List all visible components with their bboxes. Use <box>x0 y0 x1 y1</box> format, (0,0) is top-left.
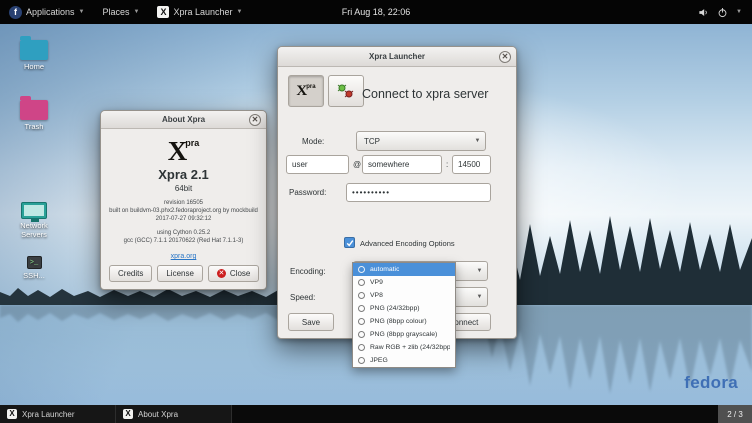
session-browser-button[interactable] <box>328 75 364 107</box>
desktop-icon-label: Trash <box>8 123 60 132</box>
launcher-window-title: Xpra Launcher <box>369 52 425 61</box>
encoding-option-raw-rgb[interactable]: Raw RGB + zlib (24/32bpp) <box>353 341 455 354</box>
radio-icon <box>358 318 365 325</box>
about-body: Xpra Xpra 2.1 64bit revision 16505 built… <box>101 136 266 263</box>
close-icon[interactable]: ✕ <box>249 114 261 126</box>
desktop: Home Trash Network Servers >_ SSH... fed… <box>0 24 752 405</box>
about-window-title: About Xpra <box>162 115 205 124</box>
radio-icon <box>358 266 365 273</box>
credits-button[interactable]: Credits <box>109 265 152 282</box>
check-icon <box>346 239 354 247</box>
username-input[interactable] <box>286 155 349 174</box>
places-menu[interactable]: Places ▼ <box>93 0 148 24</box>
window-list-bar: X Xpra Launcher X About Xpra 2 / 3 <box>0 405 752 423</box>
desktop-icon-label: Home <box>8 63 60 72</box>
advanced-options-label: Advanced Encoding Options <box>360 239 455 248</box>
active-app-menu[interactable]: X Xpra Launcher ▼ <box>148 0 251 24</box>
trash-icon <box>20 100 48 120</box>
xpra-app-icon: X <box>7 409 17 419</box>
advanced-options-checkbox[interactable] <box>344 237 355 248</box>
xpra-mode-button[interactable]: Xpra <box>288 75 324 107</box>
desktop-icon-ssh[interactable]: >_ SSH... <box>8 256 60 281</box>
applications-menu[interactable]: f Applications ▼ <box>0 0 93 24</box>
password-input[interactable] <box>346 183 491 202</box>
mode-combo[interactable]: TCP ▼ <box>356 131 486 151</box>
about-titlebar[interactable]: About Xpra ✕ <box>101 111 266 129</box>
status-tray: ▼ <box>688 0 752 24</box>
places-menu-label: Places <box>102 7 129 17</box>
encoding-label: Encoding: <box>290 267 326 276</box>
desktop-icon-label: Network Servers <box>8 222 60 239</box>
workspace-indicator[interactable]: 2 / 3 <box>718 405 752 423</box>
mode-label: Mode: <box>302 137 324 146</box>
radio-icon <box>358 292 365 299</box>
clock[interactable]: Fri Aug 18, 22:06 <box>342 0 411 24</box>
power-icon[interactable] <box>717 7 728 18</box>
task-label: Xpra Launcher <box>22 410 74 419</box>
volume-icon[interactable] <box>698 7 709 18</box>
encoding-option-png24[interactable]: PNG (24/32bpp) <box>353 302 455 315</box>
radio-icon <box>358 357 365 364</box>
bugs-icon <box>336 82 356 100</box>
about-build-info: revision 16505 built on buildvm-03.phx2.… <box>101 199 266 223</box>
chevron-down-icon: ▼ <box>79 9 85 15</box>
active-app-label: Xpra Launcher <box>173 7 232 17</box>
desktop-icon-trash[interactable]: Trash <box>8 100 60 132</box>
encoding-option-png8-grayscale[interactable]: PNG (8bpp grayscale) <box>353 328 455 341</box>
port-input[interactable] <box>452 155 491 174</box>
about-app-name: Xpra 2.1 <box>101 167 266 182</box>
radio-icon <box>358 344 365 351</box>
terminal-icon: >_ <box>27 256 42 269</box>
encoding-option-jpeg[interactable]: JPEG <box>353 354 455 367</box>
chevron-down-icon: ▼ <box>237 9 243 15</box>
top-bar: f Applications ▼ Places ▼ X Xpra Launche… <box>0 0 752 24</box>
connect-heading: Connect to xpra server <box>362 87 488 101</box>
about-arch: 64bit <box>101 184 266 193</box>
network-servers-icon <box>21 202 47 219</box>
about-toolchain-info: using Cython 0.25.2 gcc (GCC) 7.1.1 2017… <box>101 229 266 245</box>
close-icon[interactable]: ✕ <box>499 51 511 63</box>
home-folder-icon <box>20 40 48 60</box>
desktop-icon-home[interactable]: Home <box>8 40 60 72</box>
close-red-icon: ✕ <box>217 269 226 278</box>
task-label: About Xpra <box>138 410 178 419</box>
screen: f Applications ▼ Places ▼ X Xpra Launche… <box>0 0 752 423</box>
chevron-down-icon[interactable]: ▼ <box>736 9 742 15</box>
xpra-logo-icon: Xpra <box>296 83 315 99</box>
speed-label: Speed: <box>290 293 315 302</box>
save-button[interactable]: Save <box>288 313 334 331</box>
encoding-option-png8-colour[interactable]: PNG (8bpp colour) <box>353 315 455 328</box>
close-button[interactable]: ✕ Close <box>208 265 259 282</box>
xpra-org-link[interactable]: xpra.org <box>171 253 197 260</box>
xpra-app-icon: X <box>157 6 169 18</box>
xpra-app-icon: X <box>123 409 133 419</box>
encoding-option-automatic[interactable]: automatic <box>353 263 455 276</box>
encoding-option-vp8[interactable]: VP8 <box>353 289 455 302</box>
about-xpra-window: About Xpra ✕ Xpra Xpra 2.1 64bit revisio… <box>100 110 267 290</box>
fedora-logo-icon: f <box>9 6 22 19</box>
radio-icon <box>358 279 365 286</box>
about-button-row: Credits License ✕ Close <box>109 265 258 282</box>
fedora-wordmark: fedora <box>684 373 738 393</box>
encoding-dropdown-popup: automatic VP9 VP8 PNG (24/32bpp) PNG (8b… <box>352 262 456 368</box>
chevron-down-icon: ▼ <box>134 9 140 15</box>
port-separator: : <box>446 160 448 169</box>
at-separator: @ <box>353 160 361 169</box>
launcher-titlebar[interactable]: Xpra Launcher ✕ <box>278 47 516 67</box>
password-label: Password: <box>289 188 326 197</box>
radio-icon <box>358 331 365 338</box>
applications-menu-label: Applications <box>26 7 75 17</box>
task-xpra-launcher[interactable]: X Xpra Launcher <box>0 405 116 423</box>
radio-icon <box>358 305 365 312</box>
chevron-down-icon: ▼ <box>472 294 487 300</box>
chevron-down-icon: ▼ <box>472 268 487 274</box>
desktop-icon-label: SSH... <box>8 272 60 281</box>
host-input[interactable] <box>362 155 442 174</box>
chevron-down-icon: ▼ <box>470 138 485 144</box>
task-about-xpra[interactable]: X About Xpra <box>116 405 232 423</box>
encoding-option-vp9[interactable]: VP9 <box>353 276 455 289</box>
xpra-logo: Xpra <box>101 136 266 166</box>
desktop-icon-network-servers[interactable]: Network Servers <box>8 202 60 239</box>
license-button[interactable]: License <box>157 265 203 282</box>
